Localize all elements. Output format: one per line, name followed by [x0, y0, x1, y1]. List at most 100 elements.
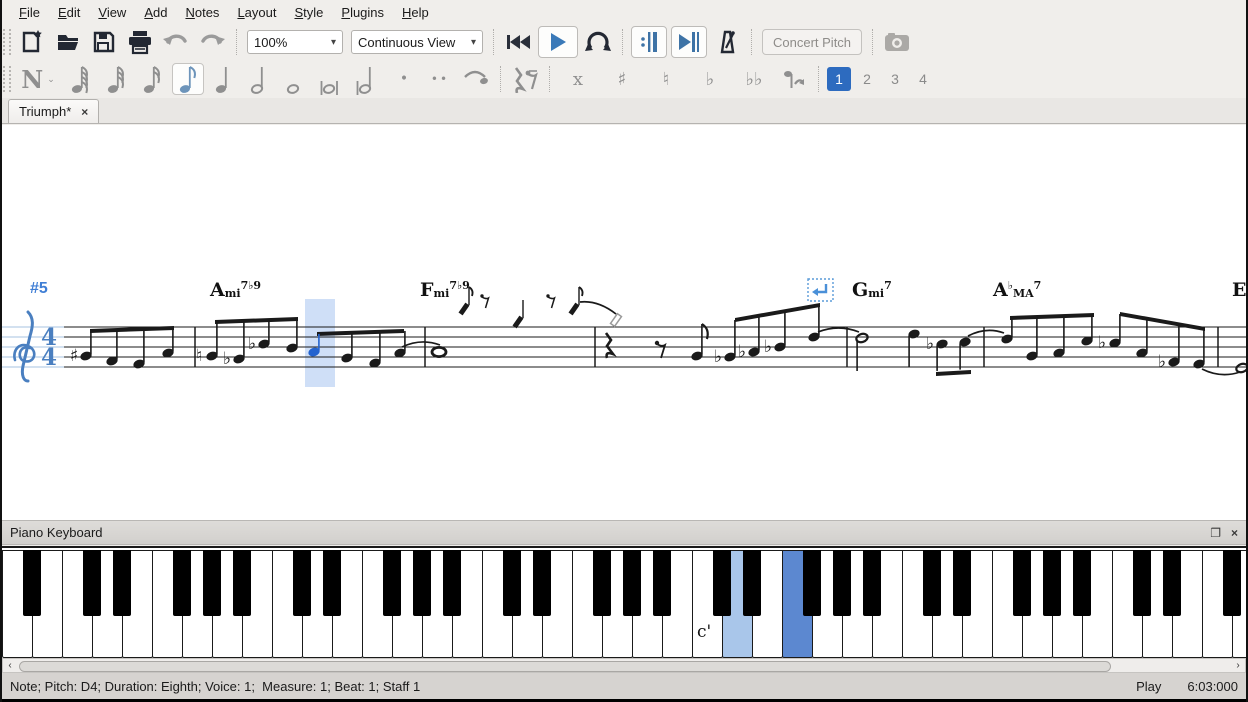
note[interactable] [773, 311, 787, 353]
piano-key-black[interactable] [953, 550, 971, 616]
scroll-right-icon[interactable]: › [1231, 660, 1245, 671]
double-dot-button[interactable]: •• [424, 63, 456, 95]
toolbar-drag-handle[interactable] [3, 29, 11, 55]
32nd-note-button[interactable] [100, 63, 132, 95]
augmentation-dot-button[interactable]: • [388, 63, 420, 95]
menu-plugins[interactable]: Plugins [332, 3, 393, 22]
piano-key-black[interactable] [533, 550, 551, 616]
toolbar-drag-handle[interactable] [3, 66, 11, 92]
voice-2-button[interactable]: 2 [855, 67, 879, 91]
note-input-button[interactable]: N ⌄ [16, 63, 60, 95]
menu-style[interactable]: Style [285, 3, 332, 22]
note[interactable] [1025, 317, 1039, 362]
flat-button[interactable]: ♭ [694, 63, 726, 95]
half-note-button[interactable] [244, 63, 276, 95]
piano-keyboard[interactable]: c' [2, 546, 1246, 658]
scroll-left-icon[interactable]: ‹ [3, 660, 17, 671]
save-button[interactable] [88, 26, 120, 58]
flip-direction-button[interactable] [778, 63, 810, 95]
piano-key-black[interactable] [1073, 550, 1091, 616]
piano-key-black[interactable] [623, 550, 641, 616]
rest-button[interactable] [509, 63, 541, 95]
note[interactable] [232, 321, 246, 365]
note[interactable] [855, 332, 869, 371]
panel-close-icon[interactable]: × [1231, 526, 1238, 540]
menu-notes[interactable]: Notes [176, 3, 228, 22]
sharp-button[interactable]: ♯ [606, 63, 638, 95]
piano-key-black[interactable] [83, 550, 101, 616]
breve-note-button[interactable] [316, 63, 348, 95]
piano-key-black[interactable] [293, 550, 311, 616]
tab-close-icon[interactable]: × [81, 105, 88, 119]
piano-key-black[interactable] [383, 550, 401, 616]
piano-key-black[interactable] [1043, 550, 1061, 616]
tab-triumph[interactable]: Triumph* × [8, 99, 99, 123]
new-score-button[interactable] [16, 26, 48, 58]
piano-key-black[interactable] [173, 550, 191, 616]
piano-key-black[interactable] [113, 550, 131, 616]
menu-file[interactable]: File [10, 3, 49, 22]
metronome-button[interactable] [711, 26, 743, 58]
menu-layout[interactable]: Layout [228, 3, 285, 22]
piano-key-black[interactable] [923, 550, 941, 616]
piano-key-black[interactable] [1013, 550, 1031, 616]
loop-playback-button[interactable] [582, 26, 614, 58]
voice-4-button[interactable]: 4 [911, 67, 935, 91]
note[interactable] [907, 328, 921, 367]
note[interactable] [1080, 315, 1094, 347]
piano-key-black[interactable] [323, 550, 341, 616]
piano-panel-titlebar[interactable]: Piano Keyboard ❐ × [2, 520, 1246, 545]
note[interactable] [723, 320, 737, 363]
note[interactable] [807, 305, 821, 343]
double-sharp-button[interactable]: x [562, 63, 594, 95]
note[interactable] [958, 336, 972, 369]
note[interactable] [79, 331, 93, 362]
note[interactable] [1192, 329, 1206, 370]
menu-view[interactable]: View [89, 3, 135, 22]
note[interactable] [1135, 319, 1149, 359]
piano-key-black[interactable] [203, 550, 221, 616]
note[interactable] [1000, 318, 1014, 345]
double-flat-button[interactable]: ♭♭ [738, 63, 770, 95]
tie-button[interactable] [460, 63, 492, 95]
piano-key-black[interactable] [413, 550, 431, 616]
note[interactable] [935, 338, 949, 371]
image-capture-button[interactable] [881, 26, 913, 58]
note[interactable] [1108, 314, 1122, 349]
piano-key-black[interactable] [863, 550, 881, 616]
note[interactable] [105, 330, 119, 367]
open-button[interactable] [52, 26, 84, 58]
16th-note-button[interactable] [136, 63, 168, 95]
undo-button[interactable] [160, 26, 192, 58]
note[interactable] [132, 329, 146, 370]
menu-help[interactable]: Help [393, 3, 438, 22]
eighth-note-button[interactable] [172, 63, 204, 95]
print-button[interactable] [124, 26, 156, 58]
piano-key-black[interactable] [803, 550, 821, 616]
pan-score-button[interactable] [671, 26, 707, 58]
natural-button[interactable]: ♮ [650, 63, 682, 95]
redo-button[interactable] [196, 26, 228, 58]
scrollbar-thumb[interactable] [19, 661, 1111, 672]
piano-key-black[interactable] [653, 550, 671, 616]
menu-add[interactable]: Add [135, 3, 176, 22]
piano-key-black[interactable] [443, 550, 461, 616]
piano-key-black[interactable] [23, 550, 41, 616]
piano-key-black[interactable] [713, 550, 731, 616]
note[interactable] [257, 320, 271, 350]
voice-1-button[interactable]: 1 [827, 67, 851, 91]
piano-key-black[interactable] [503, 550, 521, 616]
note[interactable] [432, 347, 446, 356]
score-canvas[interactable]: #544Ami​7♭9​Fmi​7♭9​Gmi​7​A♭​MA​7​E♯♮♭♭♭… [2, 125, 1246, 520]
note[interactable] [205, 322, 219, 362]
64th-note-button[interactable] [64, 63, 96, 95]
piano-key-black[interactable] [233, 550, 251, 616]
piano-key-black[interactable] [593, 550, 611, 616]
rewind-button[interactable] [502, 26, 534, 58]
concert-pitch-button[interactable]: Concert Pitch [762, 29, 862, 55]
longa-note-button[interactable] [352, 63, 384, 95]
zoom-select[interactable]: 100% ▾ [247, 30, 343, 54]
whole-note-button[interactable] [280, 63, 312, 95]
quarter-note-button[interactable] [208, 63, 240, 95]
note[interactable] [285, 319, 299, 354]
